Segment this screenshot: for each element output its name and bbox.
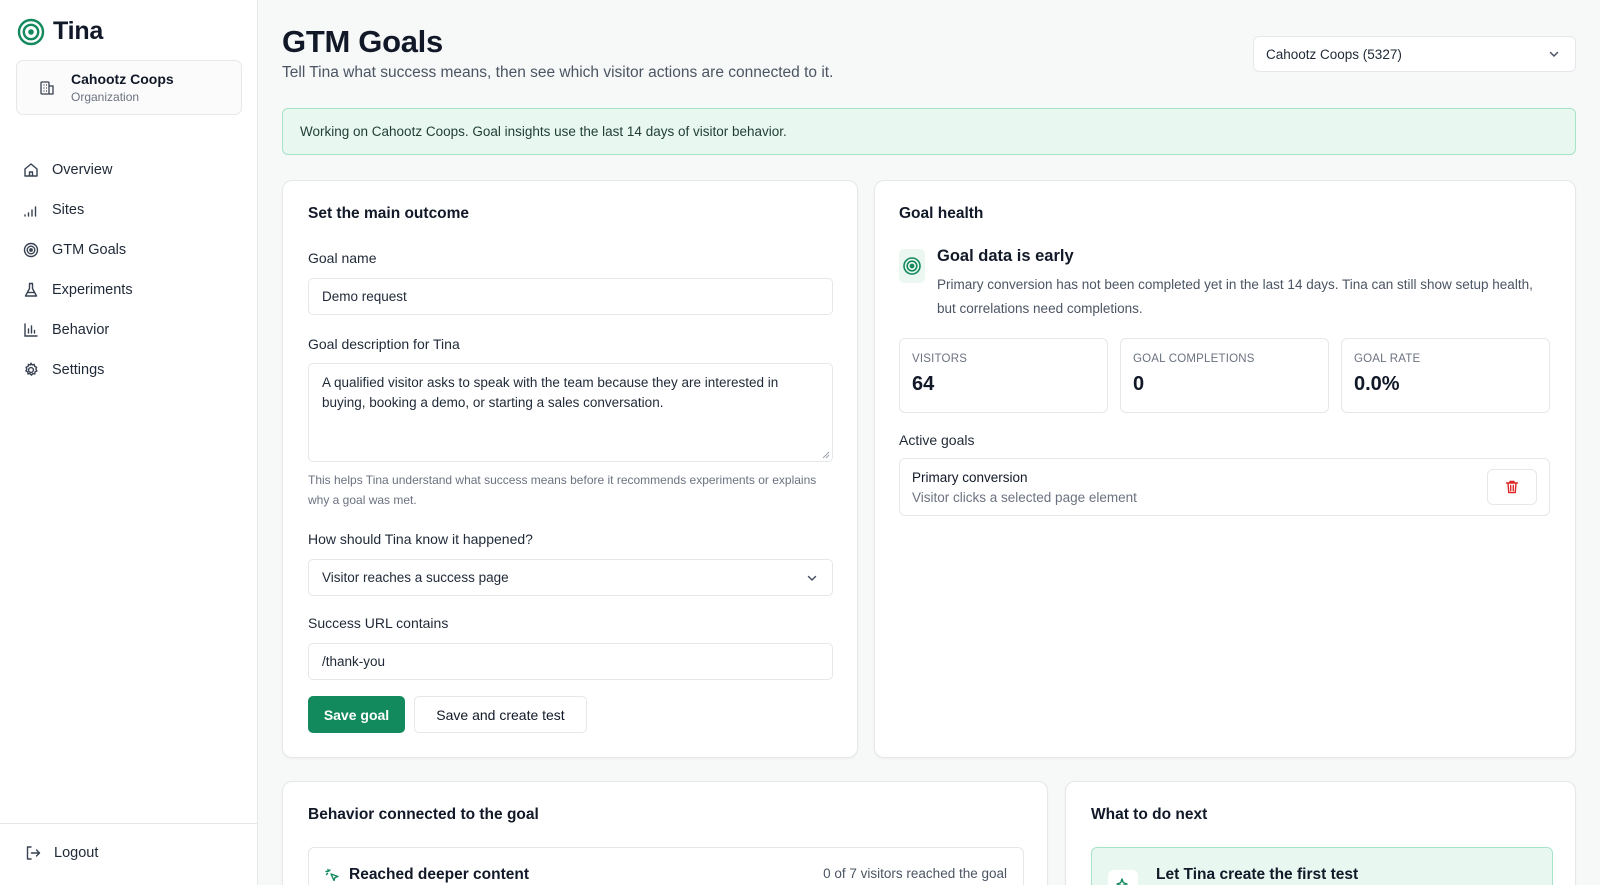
behavior-row[interactable]: Reached deeper content 0 of 7 visitors r…: [308, 847, 1024, 885]
stat-value: 0: [1133, 373, 1145, 395]
chevron-down-icon: [1549, 51, 1559, 57]
stat-label: Visitors: [912, 353, 968, 365]
page-subtitle: Tell Tina what success means, then see w…: [282, 64, 834, 81]
stat-visitors: Visitors 64: [899, 338, 1108, 413]
goal-description-textarea[interactable]: A qualified visitor asks to speak with t…: [308, 363, 833, 462]
page-title: GTM Goals: [282, 24, 443, 59]
sidebar-item-label: Behavior: [52, 322, 110, 338]
goal-name-label: Goal name: [308, 250, 377, 266]
save-goal-button[interactable]: Save goal: [308, 696, 405, 733]
sidebar-item-sites[interactable]: Sites: [22, 190, 236, 230]
delete-goal-button[interactable]: [1487, 469, 1537, 505]
sidebar-item-settings[interactable]: Settings: [22, 350, 236, 390]
logout-icon: [26, 846, 41, 860]
stat-goal-completions: Goal completions 0: [1120, 338, 1329, 413]
brand[interactable]: Tina: [17, 17, 103, 46]
sidebar-item-label: Experiments: [52, 282, 133, 298]
next-step-item[interactable]: Let Tina create the first test: [1091, 847, 1553, 885]
trigger-select[interactable]: Visitor reaches a success page: [308, 559, 833, 596]
trigger-select-value: Visitor reaches a success page: [322, 570, 509, 585]
active-goals-label: Active goals: [899, 432, 975, 448]
sidebar-item-experiments[interactable]: Experiments: [22, 270, 236, 310]
goal-description-text: A qualified visitor asks to speak with t…: [322, 375, 779, 410]
flask-icon: [24, 282, 38, 297]
card-title: Behavior connected to the goal: [308, 806, 539, 823]
goal-status-text: Primary conversion has not been complete…: [937, 277, 1533, 316]
sidebar-footer: Logout: [0, 823, 258, 861]
banner-text: Working on Cahootz Coops. Goal insights …: [300, 124, 787, 139]
sidebar-item-behavior[interactable]: Behavior: [22, 310, 236, 350]
sparkle-icon: [1116, 878, 1128, 885]
sidebar-item-label: Settings: [52, 362, 105, 378]
goal-status-title: Goal data is early: [937, 247, 1074, 265]
trigger-label: How should Tina know it happened?: [308, 531, 533, 547]
target-icon: [23, 242, 39, 258]
chevron-down-icon: [807, 575, 817, 581]
sidebar-nav: Overview Sites GTM Goals Experiments Beh…: [22, 150, 236, 390]
logout-button[interactable]: Logout: [24, 844, 98, 862]
next-step-title: Let Tina create the first test: [1156, 866, 1359, 883]
card-title: Goal health: [899, 205, 984, 222]
home-icon: [24, 163, 38, 177]
goal-health-card: Goal health Goal data is early Primary c…: [874, 180, 1576, 758]
org-name: Cahootz Coops: [71, 71, 174, 87]
behavior-card: Behavior connected to the goal Reached d…: [282, 781, 1048, 885]
behavior-name: Reached deeper content: [349, 866, 530, 883]
stat-value: 64: [912, 373, 935, 395]
success-url-label: Success URL contains: [308, 615, 449, 631]
active-goal-name: Primary conversion: [912, 470, 1028, 485]
save-and-create-test-button[interactable]: Save and create test: [414, 696, 587, 733]
goal-status-icon-box: [899, 249, 925, 283]
stat-value: 0.0%: [1354, 373, 1400, 395]
app-name: Tina: [53, 17, 104, 45]
sidebar-item-label: Sites: [52, 202, 85, 218]
info-banner: Working on Cahootz Coops. Goal insights …: [282, 108, 1576, 155]
sidebar-item-label: GTM Goals: [52, 242, 127, 258]
target-logo-icon: [17, 18, 45, 45]
sparkle-icon-box: [1108, 870, 1138, 885]
org-switcher-card[interactable]: Cahootz Coops Organization: [16, 60, 242, 115]
goal-name-input[interactable]: Demo request: [308, 278, 833, 315]
stat-label: Goal rate: [1354, 353, 1421, 365]
org-type: Organization: [71, 90, 140, 104]
active-goal-row: Primary conversion Visitor clicks a sele…: [899, 458, 1550, 516]
org-select-value: Cahootz Coops (5327): [1266, 46, 1402, 62]
pointer-click-icon: [325, 868, 339, 882]
card-title: Set the main outcome: [308, 205, 470, 222]
active-goal-description: Visitor clicks a selected page element: [912, 490, 1137, 505]
success-url-input[interactable]: /thank-you: [308, 643, 833, 680]
sidebar: Tina Cahootz Coops Organization Overview: [0, 0, 258, 885]
sidebar-item-gtm-goals[interactable]: GTM Goals: [22, 230, 236, 270]
outcome-form-card: Set the main outcome Goal name Demo requ…: [282, 180, 858, 758]
gear-icon: [25, 362, 38, 376]
stat-label: Goal completions: [1133, 353, 1255, 365]
goal-description-label: Goal description for Tina: [308, 336, 460, 352]
target-icon: [903, 257, 921, 275]
resize-grip-icon[interactable]: [822, 451, 830, 459]
building-icon: [35, 76, 59, 100]
bar-chart-icon: [24, 323, 38, 337]
stat-goal-rate: Goal rate 0.0%: [1341, 338, 1550, 413]
goal-description-help: This helps Tina understand what success …: [308, 473, 817, 507]
sidebar-item-label: Overview: [52, 162, 113, 178]
org-select-dropdown[interactable]: Cahootz Coops (5327): [1253, 36, 1576, 72]
behavior-stat: 0 of 7 visitors reached the goal: [823, 866, 1007, 881]
logout-label: Logout: [54, 845, 99, 861]
sidebar-item-overview[interactable]: Overview: [22, 150, 236, 190]
signal-bars-icon: [24, 206, 37, 217]
trash-icon: [1505, 480, 1519, 494]
card-title: What to do next: [1091, 806, 1208, 823]
next-steps-card: What to do next Let Tina create the firs…: [1065, 781, 1576, 885]
